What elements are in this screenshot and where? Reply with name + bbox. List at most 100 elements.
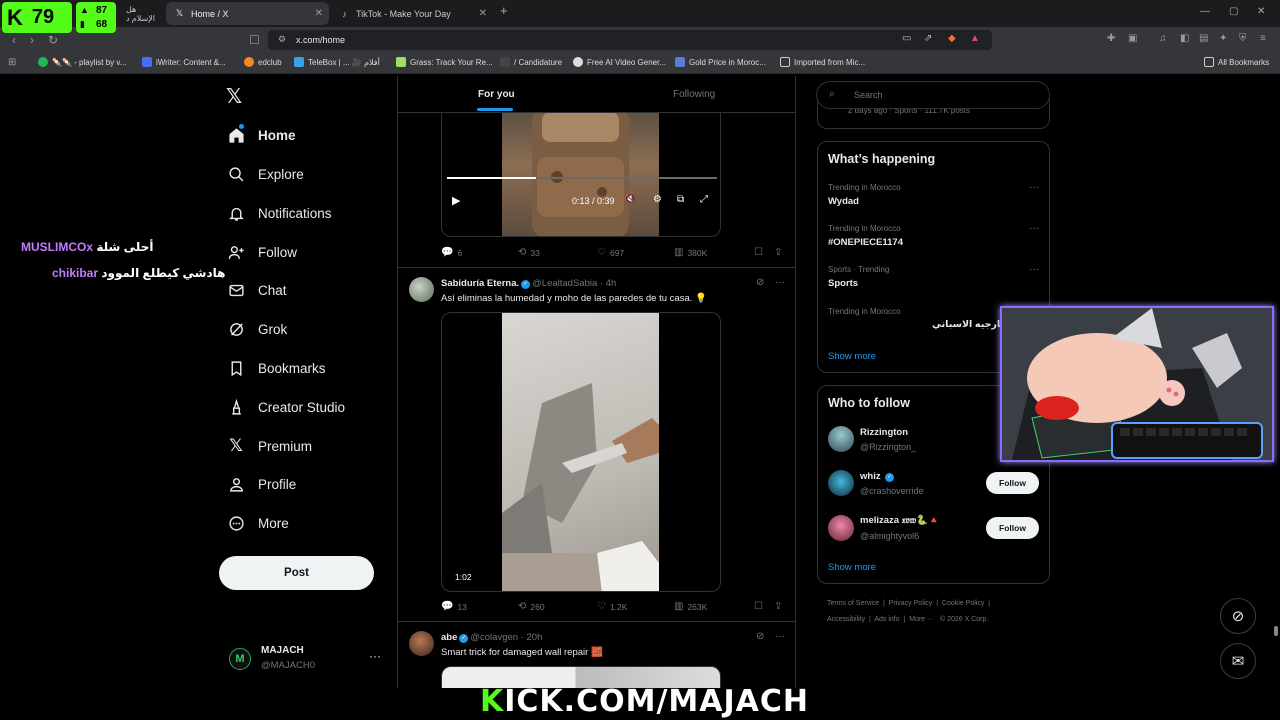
menu-icon[interactable]: ≡	[1260, 33, 1266, 44]
repost-button[interactable]: ⟲ 260	[518, 601, 545, 612]
sidebar-item-bookmarks[interactable]: Bookmarks	[227, 359, 326, 377]
sidebar-item-creator-studio[interactable]: Creator Studio	[227, 398, 345, 416]
apps-grid-icon[interactable]: ⊞	[8, 57, 16, 68]
bookmark-post-button[interactable]: ☐	[754, 601, 767, 612]
minimize-icon[interactable]: —	[1200, 6, 1210, 17]
more-dots-icon[interactable]: ···	[1029, 182, 1039, 193]
trend-name[interactable]: #ONEPIECE1174	[828, 237, 903, 248]
post-button[interactable]: Post	[219, 556, 374, 590]
back-icon[interactable]: ‹	[12, 33, 16, 47]
avatar[interactable]	[828, 515, 854, 541]
tab-tiktok[interactable]: ♪ TikTok - Make Your Day ✕	[331, 2, 493, 25]
footer-link[interactable]: Ads info	[874, 616, 899, 623]
more-dots-icon[interactable]: ···	[775, 631, 785, 642]
sidebar-item-grok[interactable]: Grok	[227, 320, 287, 338]
bookmark-item[interactable]: edclub	[244, 57, 282, 67]
like-button[interactable]: ♡ 697	[597, 247, 624, 258]
reply-button[interactable]: 💬 13	[441, 601, 467, 612]
share-post-button[interactable]: ⇪	[774, 601, 786, 612]
forward-icon[interactable]: ›	[30, 33, 34, 47]
show-more-link[interactable]: Show more	[828, 351, 876, 362]
pip-icon[interactable]: ⧉	[677, 194, 684, 205]
tab-arabic[interactable]: هل الإسلام د	[118, 2, 164, 25]
bookmark-item[interactable]: 🍡🍡 - playlist by v...	[38, 57, 126, 67]
sidebar-item-profile[interactable]: Profile	[227, 475, 296, 493]
wtf-name[interactable]: whiz ✓	[860, 471, 896, 482]
bookmark-item[interactable]: / Candidature	[500, 57, 562, 67]
tab-for-you[interactable]: For you	[478, 89, 515, 100]
avatar[interactable]	[409, 277, 434, 302]
repost-button[interactable]: ⟲ 33	[518, 247, 540, 258]
trend-name[interactable]: Wydad	[828, 196, 859, 207]
follow-button[interactable]: Follow	[986, 517, 1039, 539]
extensions-icon[interactable]: ✚	[1107, 33, 1115, 44]
more-dots-icon[interactable]: ···	[775, 277, 785, 288]
avatar[interactable]	[828, 426, 854, 452]
views-button[interactable]: ▥ 380K	[674, 247, 707, 258]
more-dots-icon[interactable]: ···	[1029, 264, 1039, 275]
avatar[interactable]	[409, 631, 434, 656]
tab-following[interactable]: Following	[673, 89, 715, 100]
show-more-link[interactable]: Show more	[828, 562, 876, 573]
play-icon[interactable]: ▶	[452, 194, 460, 207]
video-progress-track[interactable]	[447, 177, 717, 179]
bookmark-item[interactable]: Gold Price in Moroc...	[675, 57, 766, 67]
more-dots-icon[interactable]: ···	[1029, 223, 1039, 234]
sidebar-item-premium[interactable]: 𝕏 Premium	[227, 436, 312, 455]
search-input[interactable]: ⌕ Search	[816, 81, 1050, 109]
screen-icon[interactable]: ▭	[902, 33, 911, 44]
like-button[interactable]: ♡ 1.2K	[597, 601, 627, 612]
bookmark-item[interactable]: TeleBox | ... 🎥 أفلام	[294, 57, 380, 67]
more-dots-icon[interactable]: ···	[369, 649, 381, 663]
fullscreen-icon[interactable]: ⤢	[700, 194, 708, 205]
leo-icon[interactable]: ✦	[1219, 33, 1227, 44]
bookmark-folder[interactable]: Imported from Mic...	[780, 57, 865, 67]
wallet2-icon[interactable]: ▤	[1199, 33, 1208, 44]
sidebar-item-chat[interactable]: Chat	[227, 281, 287, 299]
sidebar-item-more[interactable]: More	[227, 514, 289, 532]
post-author[interactable]: abe ✓ @colavgen · 20h	[441, 632, 542, 643]
mute-icon[interactable]: 🔇	[624, 194, 636, 205]
sidebar-toggle-icon[interactable]: ◧	[1180, 33, 1189, 44]
maximize-icon[interactable]: ▢	[1229, 6, 1238, 17]
sidebar-item-explore[interactable]: Explore	[227, 165, 304, 183]
scrollbar-thumb[interactable]	[1274, 626, 1278, 636]
close-window-icon[interactable]: ✕	[1257, 6, 1265, 17]
sidebar-item-notifications[interactable]: Notifications	[227, 204, 332, 222]
tab-home-x[interactable]: 𝕏 Home / X ✕	[166, 2, 329, 25]
wallet-icon[interactable]: ▣	[1128, 33, 1137, 44]
new-tab-button[interactable]: +	[500, 3, 508, 18]
grok-fab-button[interactable]: ⊘	[1220, 598, 1256, 634]
vpn-icon[interactable]: ⛨	[1239, 33, 1247, 44]
account-switcher[interactable]: M MAJACH @MAJACH0 ···	[229, 645, 389, 675]
grok-icon[interactable]: ⊘	[756, 277, 764, 288]
sidebar-item-follow[interactable]: Follow	[227, 243, 297, 261]
follow-button[interactable]: Follow	[986, 472, 1039, 494]
trend-name[interactable]: Sports	[828, 278, 858, 289]
footer-link[interactable]: Cookie Policy	[942, 600, 984, 607]
post-author[interactable]: Sabiduría Eterna. ✓ @LealtadSabia · 4h	[441, 278, 616, 289]
footer-link[interactable]: More ···	[909, 616, 934, 623]
footer-link[interactable]: Privacy Policy	[889, 600, 933, 607]
bookmark-page-icon[interactable]: ☐	[249, 33, 260, 47]
reply-button[interactable]: 💬 6	[441, 247, 462, 258]
wtf-name[interactable]: Rizzington	[860, 427, 908, 438]
all-bookmarks-folder[interactable]: All Bookmarks	[1204, 57, 1269, 67]
site-info-icon[interactable]: ⚙	[278, 34, 286, 45]
x-logo-icon[interactable]: 𝕏	[226, 84, 242, 109]
wtf-name[interactable]: melizaza 𝔵𝔳𝔴🐍🔺	[860, 515, 940, 526]
video-player[interactable]: 1:02	[441, 312, 721, 592]
grok-icon[interactable]: ⊘	[756, 631, 764, 642]
footer-link[interactable]: Accessibility	[827, 616, 865, 623]
bookmark-item[interactable]: iWriter: Content &...	[142, 57, 226, 67]
sidebar-item-home[interactable]: Home	[227, 126, 296, 144]
brave-rewards-icon[interactable]: ▲	[970, 33, 980, 44]
close-tab-icon[interactable]: ✕	[315, 8, 323, 19]
settings-icon[interactable]: ⚙	[653, 194, 662, 205]
bookmark-post-button[interactable]: ☐	[754, 247, 767, 258]
share-post-button[interactable]: ⇪	[774, 247, 786, 258]
views-button[interactable]: ▥ 263K	[674, 601, 707, 612]
avatar[interactable]	[828, 470, 854, 496]
share-icon[interactable]: ⇗	[924, 33, 932, 44]
close-tab-icon[interactable]: ✕	[479, 8, 487, 19]
